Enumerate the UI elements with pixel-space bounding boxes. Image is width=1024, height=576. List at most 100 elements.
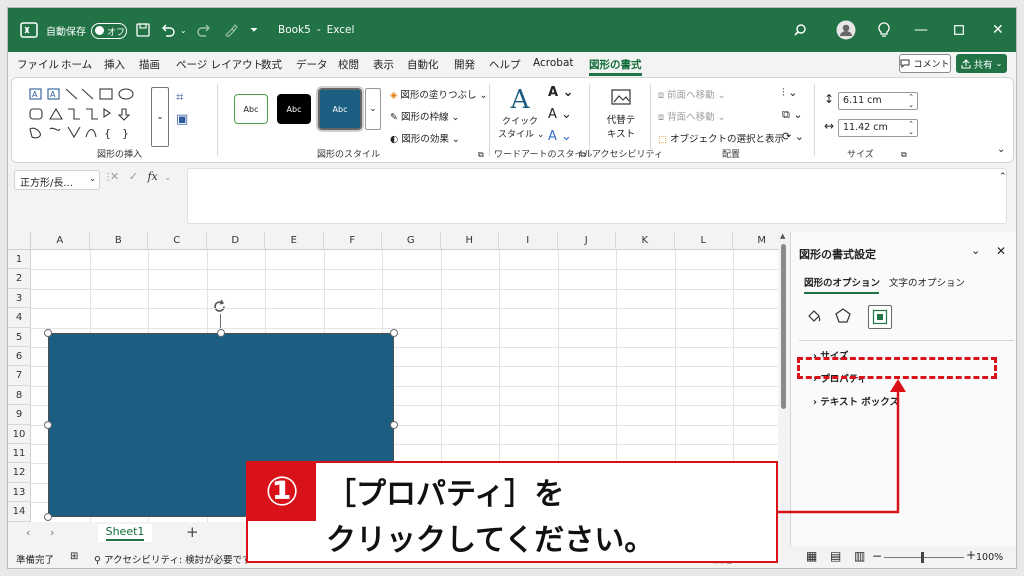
- size-properties-icon[interactable]: [868, 305, 892, 329]
- customize-toolbar-icon[interactable]: ⏷: [250, 8, 258, 52]
- shape-fill-button[interactable]: ◈ 図形の塗りつぶし ⌄: [390, 87, 487, 101]
- undo-icon[interactable]: [160, 8, 176, 52]
- accessibility-status[interactable]: ⚲ アクセシビリティ: 検討が必要です: [94, 552, 252, 566]
- resize-handle-top[interactable]: [217, 329, 225, 337]
- resize-handle-bottom-left[interactable]: [44, 513, 52, 521]
- redo-icon[interactable]: [196, 8, 212, 52]
- tab-automate[interactable]: 自動化: [407, 57, 439, 72]
- height-input[interactable]: 6.11 cm ⌃ ⌄: [838, 92, 918, 110]
- page-layout-view-icon[interactable]: ▤: [830, 549, 841, 563]
- pane-options-chevron-icon[interactable]: ⌄: [971, 244, 980, 257]
- shapes-gallery[interactable]: A A {}: [28, 87, 148, 147]
- next-sheet-icon[interactable]: ›: [50, 526, 54, 539]
- tab-review[interactable]: 校閲: [338, 57, 359, 72]
- zoom-slider-thumb[interactable]: [921, 552, 924, 563]
- autosave-toggle[interactable]: オフ: [91, 23, 127, 39]
- tab-developer[interactable]: 開発: [454, 57, 475, 72]
- shape-styles-more-button[interactable]: ⌄: [365, 88, 381, 130]
- row-header[interactable]: 6: [8, 347, 31, 367]
- tab-text-options[interactable]: 文字のオプション: [889, 275, 965, 289]
- row-header[interactable]: 2: [8, 269, 31, 289]
- save-icon[interactable]: [136, 8, 150, 52]
- zoom-slider[interactable]: [884, 552, 964, 563]
- dialog-launcher-icon[interactable]: ⧉: [580, 150, 586, 160]
- column-header[interactable]: M: [733, 232, 778, 250]
- prev-sheet-icon[interactable]: ‹: [26, 526, 30, 539]
- tab-acrobat[interactable]: Acrobat: [533, 57, 574, 69]
- text-fill-icon[interactable]: A ⌄: [548, 85, 573, 100]
- text-box-icon[interactable]: ▣: [176, 112, 188, 127]
- shape-style-outline[interactable]: Abc: [234, 94, 268, 124]
- scroll-up-icon[interactable]: ▲: [780, 232, 785, 240]
- width-input[interactable]: 11.42 cm ⌃ ⌄: [838, 119, 918, 137]
- row-header[interactable]: 3: [8, 288, 31, 309]
- column-header[interactable]: K: [616, 232, 675, 250]
- macro-record-icon[interactable]: ⊞: [70, 551, 78, 562]
- share-button[interactable]: 共有 ⌄: [956, 54, 1007, 73]
- quick-styles-button[interactable]: A クイック スタイル ⌄: [498, 86, 544, 146]
- row-header[interactable]: 11: [8, 444, 31, 464]
- shapes-gallery-more-button[interactable]: ⌄: [151, 87, 169, 147]
- add-sheet-icon[interactable]: +: [186, 523, 199, 541]
- insert-function-button[interactable]: fx: [147, 170, 157, 183]
- avatar[interactable]: [836, 8, 856, 52]
- column-header[interactable]: L: [675, 232, 733, 250]
- column-header[interactable]: J: [558, 232, 616, 250]
- row-header[interactable]: 8: [8, 385, 31, 406]
- row-header[interactable]: 5: [8, 327, 31, 347]
- format-painter-icon[interactable]: [224, 8, 238, 52]
- row-header[interactable]: 4: [8, 308, 31, 328]
- alt-text-button[interactable]: 代替テ キスト: [596, 87, 646, 140]
- column-header[interactable]: F: [324, 232, 382, 250]
- tab-data[interactable]: データ: [296, 57, 328, 72]
- lightbulb-icon[interactable]: [878, 8, 890, 52]
- select-all-button[interactable]: [8, 232, 31, 250]
- dialog-launcher-icon[interactable]: ⧉: [901, 150, 907, 160]
- tab-page-layout[interactable]: ページ レイアウト: [176, 57, 263, 72]
- column-header[interactable]: B: [90, 232, 148, 250]
- enter-icon[interactable]: ✓: [129, 170, 138, 183]
- tab-insert[interactable]: 挿入: [104, 57, 125, 72]
- rotation-handle[interactable]: [211, 298, 228, 315]
- row-header[interactable]: 13: [8, 482, 31, 503]
- fill-line-icon[interactable]: [806, 308, 822, 327]
- shape-style-blue-selected[interactable]: Abc: [316, 86, 364, 132]
- zoom-level[interactable]: 100%: [976, 552, 1003, 563]
- undo-dropdown-icon[interactable]: ⌄: [180, 8, 187, 52]
- row-header[interactable]: 7: [8, 366, 31, 386]
- tab-view[interactable]: 表示: [373, 57, 394, 72]
- tab-home[interactable]: ホーム: [61, 57, 92, 72]
- sheet-tab-sheet1[interactable]: Sheet1: [98, 524, 152, 542]
- resize-handle-left[interactable]: [44, 421, 52, 429]
- tab-file[interactable]: ファイル: [17, 57, 59, 72]
- dialog-launcher-icon[interactable]: ⧉: [478, 150, 484, 160]
- column-header[interactable]: H: [441, 232, 499, 250]
- row-header[interactable]: 12: [8, 463, 31, 483]
- zoom-out-icon[interactable]: −: [872, 549, 882, 563]
- column-header[interactable]: C: [148, 232, 207, 250]
- cancel-icon[interactable]: ✕: [110, 170, 119, 183]
- tab-shape-format[interactable]: 図形の書式: [589, 57, 642, 76]
- name-box[interactable]: 正方形/長... ⌄: [14, 170, 100, 190]
- row-header[interactable]: 9: [8, 405, 31, 425]
- row-header[interactable]: 10: [8, 424, 31, 444]
- column-header[interactable]: A: [31, 232, 90, 250]
- formula-expand-icon[interactable]: ⌃: [999, 172, 1007, 182]
- text-outline-icon[interactable]: A ⌄: [548, 107, 572, 122]
- normal-view-icon[interactable]: ▦: [806, 549, 817, 563]
- shape-style-black[interactable]: Abc: [277, 94, 311, 124]
- column-header[interactable]: I: [499, 232, 558, 250]
- effects-pentagon-icon[interactable]: [835, 308, 851, 327]
- comment-button[interactable]: コメント: [899, 54, 951, 73]
- send-backward-button[interactable]: ⧈ 背面へ移動 ⌄: [658, 109, 726, 123]
- collapse-ribbon-icon[interactable]: ⌄: [997, 144, 1005, 155]
- shape-outline-button[interactable]: ✎ 図形の枠線 ⌄: [390, 109, 460, 123]
- group-icon[interactable]: ⧉ ⌄: [782, 108, 803, 122]
- minimize-icon[interactable]: —: [914, 8, 928, 52]
- selection-pane-button[interactable]: ⬚ オブジェクトの選択と表示: [658, 131, 784, 145]
- rotate-icon[interactable]: ⟳ ⌄: [782, 130, 804, 143]
- search-icon[interactable]: [793, 8, 807, 52]
- zoom-in-icon[interactable]: +: [966, 548, 976, 562]
- tab-formulas[interactable]: 数式: [261, 57, 282, 72]
- bring-forward-button[interactable]: ⧈ 前面へ移動 ⌄: [658, 87, 726, 101]
